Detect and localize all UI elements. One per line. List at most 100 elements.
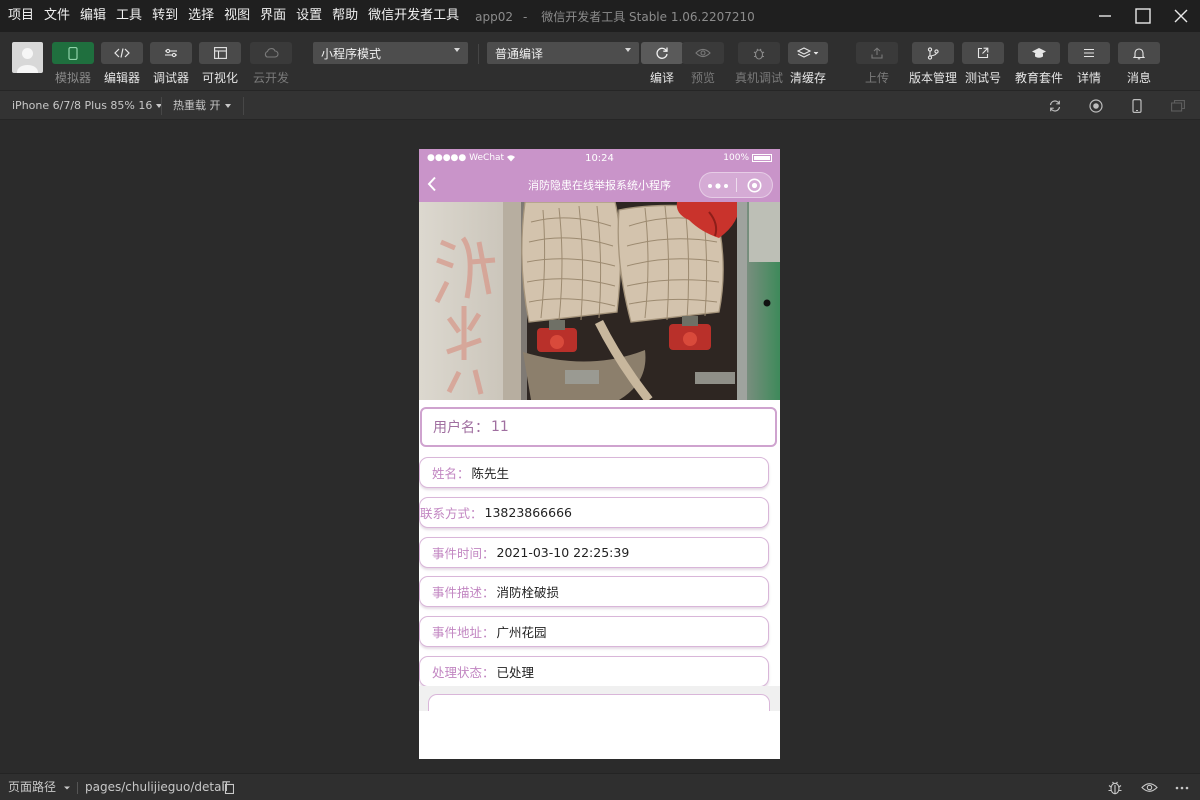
menu-project[interactable]: 项目 [8,0,34,32]
menu-edit[interactable]: 编辑 [80,0,106,32]
device-frame-button[interactable] [1128,97,1146,115]
test-account-button[interactable]: 测试号 [962,42,1004,86]
compile-button[interactable]: 编译 [641,42,683,86]
hot-reload-select[interactable]: 热重载 开 [173,91,231,120]
phone-screen: ●●●●● WeChat 10:24 100% 消防隐患在线举报系统小程序 用户… [419,149,780,759]
phone-clock: 10:24 [585,152,614,164]
status-footer: 页面路径 pages/chulijieguo/detail [0,773,1200,800]
target-circle-icon [747,178,762,192]
device-select[interactable]: iPhone 6/7/8 Plus 85% 16 [12,91,163,120]
chevron-down-icon [625,48,631,52]
editor-label: 编辑器 [103,71,140,85]
page-path-select[interactable]: 页面路径 [8,774,71,800]
debug-button[interactable] [1107,780,1123,795]
detach-window-button[interactable] [1169,97,1187,115]
debugger-toggle[interactable]: 调试器 [150,42,192,86]
menu-devtools[interactable]: 微信开发者工具 [368,0,459,32]
menu-view[interactable]: 视图 [224,0,250,32]
copy-icon [222,781,235,795]
window-controls [1086,0,1200,32]
menu-tools[interactable]: 工具 [116,0,142,32]
record-button[interactable] [1087,97,1105,115]
window-title: app02- 微信开发者工具 Stable 1.06.2207210 [475,8,765,25]
eye-icon [682,42,724,64]
menu-select[interactable]: 选择 [188,0,214,32]
real-device-debug-label: 真机调试 [735,71,784,85]
cloud-dev-toggle[interactable]: 云开发 [250,42,292,86]
field-label: 处理状态： [432,665,495,680]
preview-button[interactable]: 预览 [682,42,724,86]
menu-goto[interactable]: 转到 [152,0,178,32]
copy-path-button[interactable] [222,781,235,795]
field-label: 姓名： [432,466,470,481]
more-options-button[interactable] [1175,786,1189,790]
field-label: 事件时间： [432,546,495,561]
minimize-icon [1099,15,1111,17]
menu-interface[interactable]: 界面 [260,0,286,32]
layers-icon [788,42,828,64]
branch-icon [912,42,954,64]
field-value: 广州花园 [496,625,547,640]
phone-outline-icon [1132,99,1142,113]
rotate-button[interactable] [1046,97,1064,115]
cloud-dev-label: 云开发 [252,71,289,85]
visualize-toggle[interactable]: 可视化 [199,42,241,86]
mode-select-value: 小程序模式 [321,46,382,61]
avatar[interactable] [12,42,43,73]
close-window-button[interactable] [1162,0,1200,32]
chevron-down-icon [224,104,231,108]
maximize-button[interactable] [1124,0,1162,32]
avatar-body-shape [17,65,38,73]
external-link-icon [962,42,1004,64]
fire-hose-cabinet-image [419,202,780,400]
real-device-debug-button[interactable]: 真机调试 [735,42,783,86]
messages-button[interactable]: 消息 [1118,42,1160,86]
page-path: pages/chulijieguo/detail [85,780,229,794]
preview-label: 预览 [690,71,715,85]
capsule-menu [699,172,773,198]
simulator-toggle[interactable]: 模拟器 [52,42,94,86]
mode-select[interactable]: 小程序模式 [313,42,468,64]
more-dots-button[interactable] [700,177,736,193]
menu-help[interactable]: 帮助 [332,0,358,32]
simulator-label: 模拟器 [54,71,91,85]
details-button[interactable]: 详情 [1068,42,1110,86]
debugger-label: 调试器 [152,71,189,85]
more-dots-icon [1175,786,1189,790]
chevron-left-icon [427,176,436,192]
clear-cache-button[interactable]: 清缓存 [788,42,828,86]
visualize-label: 可视化 [201,71,238,85]
project-name: app02 [475,9,514,24]
event-time-field: 事件时间： 2021-03-10 22:25:39 [419,537,769,568]
education-kit-label: 教育套件 [1015,71,1064,85]
close-miniprogram-button[interactable] [736,178,772,193]
menu-file[interactable]: 文件 [44,0,70,32]
upload-label: 上传 [864,71,889,85]
toolbar-divider [478,44,479,64]
chevron-down-icon [454,48,460,52]
compile-mode-value: 普通编译 [495,46,544,61]
simulator-subbar: iPhone 6/7/8 Plus 85% 16 热重载 开 [0,90,1200,120]
test-account-label: 测试号 [964,71,1001,85]
toolbar: 模拟器 编辑器 调试器 可视化 云开发 小程序模式 普通编译 编译 预览 真机调… [0,32,1200,90]
upload-icon [856,42,898,64]
windows-icon [1171,100,1185,112]
field-value: 已处理 [496,665,535,680]
username-value: 11 [491,419,509,435]
preview-eye-button[interactable] [1141,782,1158,793]
upload-button[interactable]: 上传 [856,42,898,86]
page-bottom [419,711,780,759]
maximize-icon [1135,8,1151,24]
menu-settings[interactable]: 设置 [296,0,322,32]
editor-toggle[interactable]: 编辑器 [101,42,143,86]
bell-icon [1118,42,1160,64]
minimize-button[interactable] [1086,0,1124,32]
education-kit-button[interactable]: 教育套件 [1015,42,1063,86]
field-value: 2021-03-10 22:25:39 [496,545,630,560]
username-card: 用户名： 11 [420,407,777,447]
tool-title: 微信开发者工具 Stable 1.06.2207210 [541,9,755,24]
back-button[interactable] [427,176,437,196]
compile-mode-select[interactable]: 普通编译 [487,42,639,64]
field-value: 陈先生 [471,466,510,481]
version-control-button[interactable]: 版本管理 [909,42,957,86]
